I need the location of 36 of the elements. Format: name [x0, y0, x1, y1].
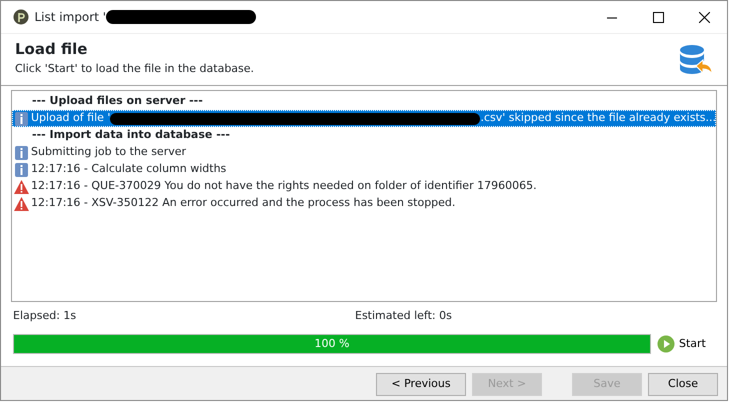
log-message: Upload of file ': [31, 110, 110, 126]
window-title: List import ': [34, 9, 106, 26]
log-row[interactable]: --- Upload files on server ---: [12, 93, 716, 110]
log-message: 12:17:16 - XSV-350122 An error occurred and the process has been stopped.: [31, 195, 456, 212]
elapsed-value: 1s: [63, 309, 76, 322]
database-import-icon: [679, 44, 713, 76]
log-row[interactable]: 12:17:16 - Calculate column widths: [12, 161, 716, 178]
maximize-icon: [652, 12, 664, 22]
log-message: Submitting job to the server: [31, 144, 186, 160]
info-icon: [14, 146, 29, 160]
dialog-button[interactable]: Close: [648, 373, 718, 396]
log-section-heading: --- Upload files on server ---: [31, 93, 203, 110]
progress-reading: 100 %: [314, 336, 350, 352]
play-icon: [657, 335, 675, 353]
log-row[interactable]: --- Import data into database ---: [12, 127, 716, 144]
close-icon: [698, 12, 710, 22]
dialog-button[interactable]: < Previous: [376, 373, 466, 396]
log-message: .csv' skipped since the file already exists...: [480, 110, 716, 126]
log-section-heading: --- Import data into database ---: [31, 127, 230, 144]
estimated-value: 0s: [439, 309, 452, 322]
log-message: 12:17:16 - QUE-370029 You do not have the rights needed on folder of identifier 17960065.: [31, 178, 537, 194]
page-title: Load file: [15, 40, 88, 58]
log-row[interactable]: 12:17:16 - XSV-350122 An error occurred and the process has been stopped.: [12, 195, 716, 212]
info-icon: [14, 162, 29, 176]
info-icon: [14, 112, 29, 126]
warning-icon: [14, 180, 29, 194]
log-row[interactable]: 12:17:16 - QUE-370029 You do not have the rights needed on folder of identifier 17960065.: [12, 178, 716, 195]
log-row[interactable]: Upload of file ' .csv' skipped since the file already exists...: [12, 110, 716, 127]
log-message: 12:17:16 - Calculate column widths: [31, 161, 226, 178]
page-subtitle: Click 'Start' to load the file in the database.: [15, 61, 254, 77]
app-icon: [13, 9, 29, 25]
log-row[interactable]: Submitting job to the server: [12, 144, 716, 161]
elapsed-label: Elapsed:: [13, 309, 60, 322]
start-button[interactable]: Start: [657, 335, 706, 353]
estimated-label: Estimated left:: [355, 309, 436, 322]
warning-icon: [14, 196, 29, 210]
